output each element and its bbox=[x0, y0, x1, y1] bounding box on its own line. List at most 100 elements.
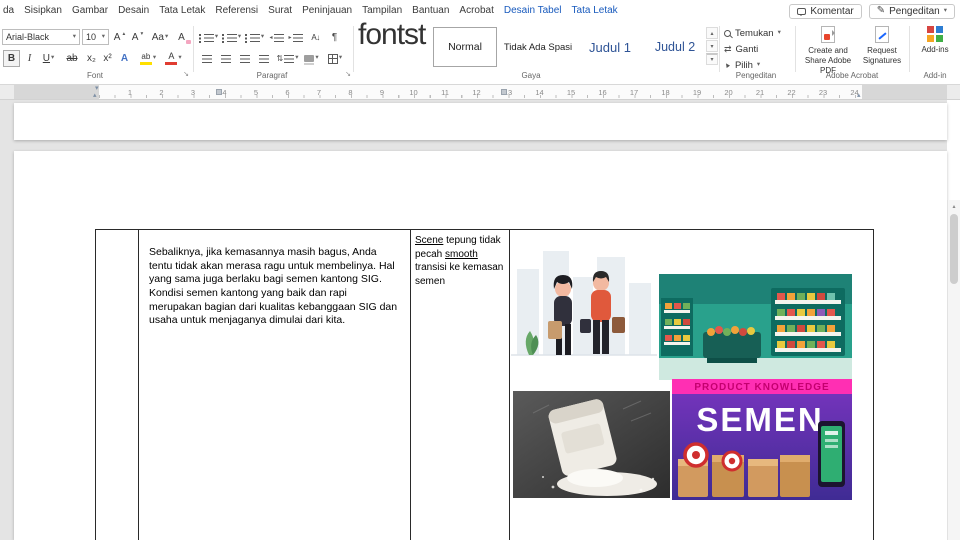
chevron-down-icon: ▾ bbox=[943, 6, 947, 14]
menu-tab-surat[interactable]: Surat bbox=[263, 0, 297, 22]
highlight-color-button[interactable]: ab ▾ bbox=[136, 50, 160, 67]
paragraph-dialog-launcher[interactable]: ↘ bbox=[343, 70, 353, 80]
scene-text-part: transisi ke kemasan semen bbox=[415, 262, 504, 287]
style-scroll-up-button[interactable]: ▴ bbox=[706, 27, 718, 39]
font-size-combobox[interactable]: 10 ▾ bbox=[82, 29, 109, 45]
shrink-font-button[interactable]: A ▾ bbox=[129, 29, 146, 46]
replace-button[interactable]: ⇄ Ganti bbox=[724, 44, 758, 55]
editing-mode-button[interactable]: ✎ Pengeditan ▾ bbox=[868, 3, 955, 19]
increase-indent-button[interactable]: ▸ bbox=[287, 29, 304, 46]
menu-tab-desain[interactable]: Desain bbox=[113, 0, 154, 22]
narration-text[interactable]: Sebaliknya, jika kemasannya masih bagus,… bbox=[139, 230, 410, 328]
underline-button[interactable]: U ▾ bbox=[38, 50, 59, 67]
ruler-number: 10 bbox=[409, 87, 418, 97]
table-column-marker[interactable] bbox=[216, 89, 222, 95]
menu-tab-acrobat[interactable]: Acrobat bbox=[454, 0, 498, 22]
group-separator bbox=[193, 26, 194, 72]
style-item-judul-1[interactable]: Judul 1 bbox=[578, 27, 642, 67]
style-item-normal[interactable]: Normal bbox=[433, 27, 497, 67]
editing-mode-label: Pengeditan bbox=[889, 5, 940, 17]
align-left-button[interactable] bbox=[198, 50, 215, 67]
find-button[interactable]: Temukan ▾ bbox=[724, 28, 781, 39]
font-color-button[interactable]: A ▾ bbox=[162, 50, 185, 67]
menu-tab-tata-letak[interactable]: Tata Letak bbox=[567, 0, 623, 22]
menu-right: Komentar ✎ Pengeditan ▾ bbox=[789, 3, 960, 19]
document-canvas[interactable]: Sebaliknya, jika kemasannya masih bagus,… bbox=[0, 100, 960, 540]
hanging-indent-marker[interactable]: ▴ bbox=[93, 92, 97, 99]
multilevel-list-button[interactable]: ▾ bbox=[244, 29, 265, 46]
style-gallery-more-button[interactable]: ▾ bbox=[706, 53, 718, 65]
add-ins-icon bbox=[927, 26, 943, 42]
multilevel-list-icon bbox=[244, 33, 260, 42]
font-dialog-launcher[interactable]: ↘ bbox=[181, 70, 191, 80]
decrease-indent-button[interactable]: ◂ bbox=[268, 29, 285, 46]
font-color-icon: A bbox=[165, 52, 178, 65]
ruler-number: 3 bbox=[190, 87, 196, 97]
line-spacing-button[interactable]: ⇅ ▾ bbox=[276, 50, 299, 67]
ribbon: Arial-Black ▾ 10 ▾ A ▴ A ▾ Aa ▾ A B I U ▾ bbox=[0, 18, 960, 85]
align-center-button[interactable] bbox=[217, 50, 234, 67]
vertical-scrollbar[interactable]: ▴ bbox=[947, 200, 960, 540]
scroll-up-arrow[interactable]: ▴ bbox=[948, 200, 960, 212]
style-item-tidak-ada-spasi[interactable]: Tidak Ada Spasi bbox=[502, 27, 574, 67]
bullets-button[interactable]: ▾ bbox=[198, 29, 219, 46]
shopping-couple-image[interactable] bbox=[511, 237, 657, 387]
horizontal-ruler[interactable]: 1 2 3 4 5 6 7 8 9 10 11 12 13 14 15 16 17 18 19 20 21 22 23 24 … bbox=[0, 85, 960, 100]
scene-text[interactable]: Scene tepung tidak pecah smooth transisi… bbox=[411, 230, 509, 288]
style-item-judul-2[interactable]: Judul 2 bbox=[646, 27, 704, 67]
indent-icon: ▸ bbox=[288, 34, 292, 41]
menu-tab-referensi[interactable]: Referensi bbox=[210, 0, 263, 22]
font-group-label: Font bbox=[86, 71, 103, 80]
bullet-list-icon bbox=[198, 33, 214, 42]
table-cell-scene[interactable]: Scene tepung tidak pecah smooth transisi… bbox=[410, 230, 509, 540]
align-center-icon bbox=[220, 54, 231, 63]
grow-font-button[interactable]: A ▴ bbox=[111, 29, 128, 46]
align-right-button[interactable] bbox=[236, 50, 253, 67]
sort-button[interactable]: A↓ bbox=[306, 29, 325, 46]
italic-button[interactable]: I bbox=[23, 50, 36, 67]
show-paragraph-marks-button[interactable]: ¶ bbox=[327, 29, 342, 46]
ruler-number: 6 bbox=[285, 87, 290, 97]
flour-bag-image[interactable] bbox=[513, 391, 670, 498]
right-indent-marker[interactable]: ▴ bbox=[857, 92, 861, 99]
group-separator bbox=[353, 26, 354, 72]
ruler-number: 17 bbox=[629, 87, 639, 97]
style-scroll-down-button[interactable]: ▾ bbox=[706, 40, 718, 52]
menu-tab-gambar[interactable]: Gambar bbox=[67, 0, 113, 22]
chevron-down-icon: ▾ bbox=[72, 32, 76, 40]
numbering-button[interactable]: ▾ bbox=[221, 29, 242, 46]
first-line-indent-marker[interactable]: ▾ bbox=[95, 85, 99, 92]
shading-button[interactable]: ▾ bbox=[301, 50, 322, 67]
font-name-combobox[interactable]: Arial-Black ▾ bbox=[2, 29, 80, 45]
menu-tab-sisipkan[interactable]: Sisipkan bbox=[19, 0, 67, 22]
comments-button[interactable]: Komentar bbox=[789, 3, 862, 19]
change-case-button[interactable]: Aa ▾ bbox=[148, 29, 172, 46]
table-column-marker[interactable] bbox=[501, 89, 507, 95]
table-cell-narration[interactable]: Sebaliknya, jika kemasannya masih bagus,… bbox=[138, 230, 410, 540]
clear-formatting-button[interactable]: A bbox=[174, 29, 191, 46]
style-item-fontst[interactable]: fontst bbox=[358, 18, 426, 52]
strikethrough-button[interactable]: ab bbox=[62, 50, 82, 67]
bold-button[interactable]: B bbox=[3, 50, 20, 67]
menu-tab-da[interactable]: da bbox=[0, 0, 19, 22]
editing-group-label: Pengeditan bbox=[735, 71, 777, 80]
menu-tab-desain-tabel[interactable]: Desain Tabel bbox=[499, 0, 567, 22]
grocery-store-image[interactable] bbox=[659, 274, 852, 380]
table-cell-empty[interactable] bbox=[95, 230, 138, 540]
menu-tab-tata-letak[interactable]: Tata Letak bbox=[154, 0, 210, 22]
justify-button[interactable] bbox=[255, 50, 272, 67]
borders-button[interactable]: ▾ bbox=[324, 50, 346, 67]
ruler-number: 18 bbox=[661, 87, 670, 97]
product-knowledge-poster-image[interactable]: PRODUCT KNOWLEDGE SEMEN bbox=[672, 379, 852, 500]
menu-tab-peninjauan[interactable]: Peninjauan bbox=[297, 0, 357, 22]
superscript-button[interactable]: x² bbox=[100, 50, 115, 67]
document-page[interactable]: Sebaliknya, jika kemasannya masih bagus,… bbox=[14, 151, 947, 540]
subscript-button[interactable]: x₂ bbox=[84, 50, 99, 67]
group-separator bbox=[795, 26, 796, 72]
select-button[interactable]: ▲ Pilih ▾ bbox=[723, 60, 761, 71]
scrollbar-thumb[interactable] bbox=[950, 214, 958, 284]
comments-label: Komentar bbox=[810, 5, 854, 17]
previous-page-bottom[interactable] bbox=[14, 103, 947, 140]
justify-icon bbox=[258, 54, 269, 63]
text-effects-button[interactable]: A bbox=[116, 50, 133, 67]
